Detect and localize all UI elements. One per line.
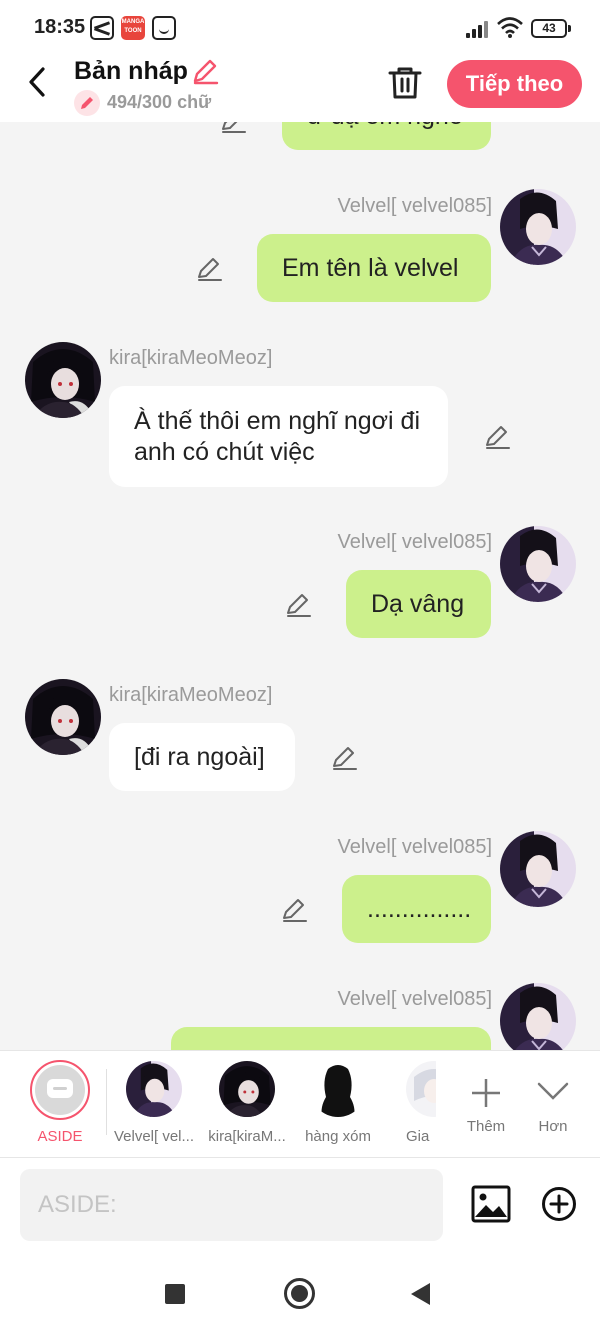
- title-edit-pencil-icon[interactable]: [190, 56, 220, 86]
- message-edit-pencil-icon[interactable]: [280, 895, 308, 923]
- back-icon[interactable]: [20, 64, 56, 100]
- character-item-kira[interactable]: kira[kiraM...: [203, 1061, 291, 1153]
- avatar-velvel-image: [500, 831, 576, 907]
- aside-character-icon[interactable]: [30, 1060, 90, 1120]
- character-avatar-velvel: [126, 1061, 182, 1117]
- more-characters-label: Hơn: [538, 1118, 568, 1135]
- recent-apps-button[interactable]: [165, 1284, 185, 1304]
- word-count-pencil-icon: [74, 90, 100, 116]
- home-button[interactable]: [284, 1278, 315, 1309]
- avatar-velvel[interactable]: [500, 189, 576, 265]
- page-title: Bản nháp: [74, 57, 188, 85]
- message-input[interactable]: [20, 1169, 443, 1241]
- message-bubble[interactable]: ...............: [342, 875, 491, 943]
- wifi-icon: [497, 17, 523, 38]
- character-avatar-gia: [406, 1061, 436, 1117]
- message-bubble[interactable]: Dạ vâng: [346, 570, 491, 638]
- next-button[interactable]: Tiếp theo: [447, 60, 582, 108]
- message-text: [đi ra ngoài]: [134, 742, 265, 771]
- capcut-notification-icon: [90, 16, 114, 40]
- message-edit-pencil-icon[interactable]: [219, 122, 247, 134]
- character-name: kira[kiraMeoMeoz]: [109, 347, 273, 369]
- avatar-velvel[interactable]: [500, 526, 576, 602]
- character-selector: ASIDE Velvel[ vel... kira[kiraM... hàng …: [0, 1050, 600, 1158]
- message-edit-pencil-icon[interactable]: [330, 743, 358, 771]
- more-characters-button[interactable]: Hơn: [509, 1061, 597, 1153]
- character-name: Velvel[ velvel085]: [337, 531, 492, 553]
- add-circle-icon[interactable]: [541, 1186, 577, 1222]
- top-header: Bản nháp 494/300 chữ Tiếp theo: [0, 56, 600, 122]
- character-divider: [106, 1069, 107, 1135]
- avatar-kira-image: [25, 679, 101, 755]
- battery-icon: 43: [531, 19, 571, 38]
- input-area: [0, 1158, 600, 1254]
- message-bubble[interactable]: ừ dạ em nghe: [282, 122, 491, 150]
- trash-icon[interactable]: [386, 64, 424, 102]
- character-name: Velvel[ velvel085]: [337, 988, 492, 1010]
- mangatoon-notification-icon: MANGA TOON: [121, 16, 145, 40]
- system-nav-bar: [0, 1254, 600, 1333]
- avatar-velvel-image: [500, 983, 576, 1050]
- avatar-velvel[interactable]: [500, 831, 576, 907]
- character-item-neighbor[interactable]: hàng xóm: [294, 1061, 382, 1153]
- message-text: Dạ vâng: [371, 589, 465, 618]
- status-bar: 18:35 MANGA TOON 43: [0, 0, 600, 56]
- character-name: Velvel[ velvel085]: [337, 836, 492, 858]
- character-label-aside: ASIDE: [37, 1128, 83, 1145]
- plus-icon: [472, 1079, 500, 1107]
- system-back-button[interactable]: [411, 1283, 430, 1305]
- message-bubble[interactable]: [đi ra ngoài]: [109, 723, 295, 791]
- word-count: 494/300 chữ: [107, 92, 212, 112]
- avatar-kira-image: [25, 342, 101, 418]
- image-icon[interactable]: [471, 1185, 511, 1223]
- status-time: 18:35: [34, 16, 86, 38]
- avatar-velvel-image: [500, 189, 576, 265]
- message-bubble[interactable]: À thế thôi em nghĩ ngơi đi anh có chút v…: [109, 386, 448, 487]
- character-avatar-neighbor: [310, 1061, 366, 1117]
- character-label: Gia: [406, 1128, 430, 1145]
- character-item-gia[interactable]: Gia: [376, 1061, 436, 1153]
- character-avatar-kira: [219, 1061, 275, 1117]
- avatar-velvel-image: [500, 526, 576, 602]
- message-edit-pencil-icon[interactable]: [483, 422, 511, 450]
- message-bubble[interactable]: [171, 1027, 491, 1050]
- message-text: À thế thôi em nghĩ ngơi đi anh có chút v…: [134, 406, 421, 466]
- message-text: ...............: [367, 894, 472, 923]
- character-item-velvel[interactable]: Velvel[ vel...: [110, 1061, 198, 1153]
- character-name: kira[kiraMeoMeoz]: [109, 684, 273, 706]
- signal-icon: [466, 20, 490, 38]
- message-bubble[interactable]: Em tên là velvel: [257, 234, 491, 302]
- message-text: Em tên là velvel: [282, 253, 459, 282]
- character-name: Velvel[ velvel085]: [337, 195, 492, 217]
- smile-notification-icon: [152, 16, 176, 40]
- message-text: ừ dạ em nghe: [307, 122, 463, 132]
- message-edit-pencil-icon[interactable]: [284, 590, 312, 618]
- avatar-kira[interactable]: [25, 679, 101, 755]
- character-label: Velvel[ vel...: [113, 1128, 195, 1145]
- character-label: hàng xóm: [305, 1128, 371, 1145]
- chat-area[interactable]: ừ dạ em nghe Velvel[ velvel085] Em tên l…: [0, 122, 600, 1050]
- avatar-kira[interactable]: [25, 342, 101, 418]
- avatar-velvel[interactable]: [500, 983, 576, 1050]
- character-label: kira[kiraM...: [208, 1128, 286, 1145]
- chevron-down-icon: [537, 1082, 569, 1100]
- message-edit-pencil-icon[interactable]: [195, 254, 223, 282]
